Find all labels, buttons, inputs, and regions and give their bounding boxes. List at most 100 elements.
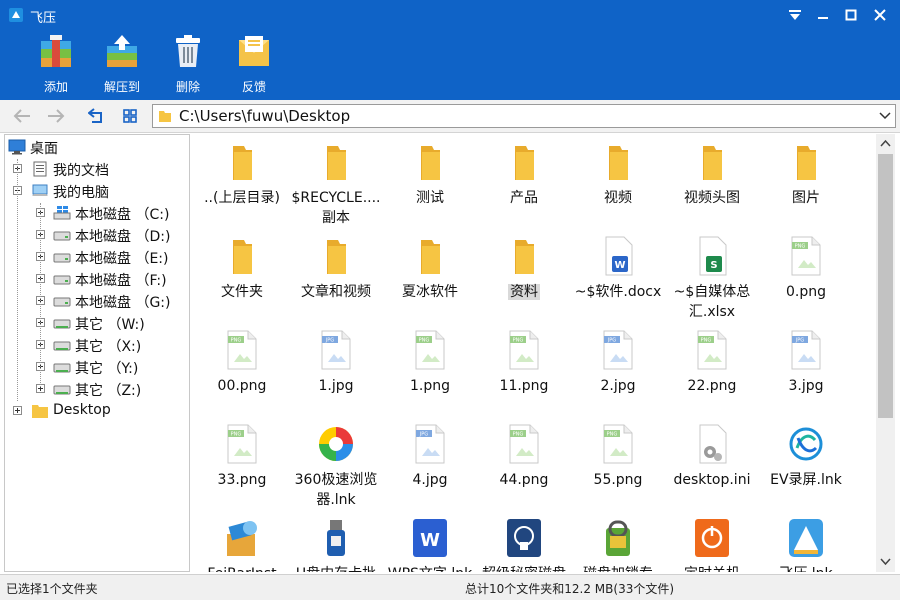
- file-item[interactable]: U盘内存卡批: [289, 514, 383, 572]
- file-item[interactable]: JPG 2.jpg: [571, 326, 665, 420]
- tree-item-drive[interactable]: 本地磁盘 （C:): [5, 203, 189, 223]
- folder-item[interactable]: 测试: [383, 138, 477, 232]
- png-file-icon: PNG: [412, 330, 448, 370]
- file-name-text: 图片: [792, 190, 820, 206]
- folder-item[interactable]: 产品: [477, 138, 571, 232]
- file-item[interactable]: PNG 22.png: [665, 326, 759, 420]
- file-name: ..(上层目录): [195, 188, 289, 208]
- address-bar[interactable]: C:\Users\fuwu\Desktop: [152, 104, 896, 128]
- tree-item-drive[interactable]: 其它 （Z:): [5, 379, 189, 399]
- tree-item-drive[interactable]: 其它 （X:): [5, 335, 189, 355]
- address-path: C:\Users\fuwu\Desktop: [179, 107, 351, 125]
- svg-text:S: S: [710, 260, 717, 271]
- forward-button[interactable]: [46, 106, 66, 126]
- folder-item[interactable]: 文章和视频: [289, 232, 383, 326]
- file-item[interactable]: 定时关机: [665, 514, 759, 572]
- view-mode-button[interactable]: [120, 106, 140, 126]
- file-item[interactable]: PNG 00.png: [195, 326, 289, 420]
- network-drive-icon: [53, 315, 71, 331]
- scroll-up-icon[interactable]: [880, 138, 891, 149]
- back-button[interactable]: [12, 106, 32, 126]
- file-item[interactable]: PNG 1.png: [383, 326, 477, 420]
- file-name: U盘内存卡批: [289, 564, 383, 572]
- delete-label: 删除: [175, 80, 200, 94]
- word-doc-icon: W: [600, 236, 636, 276]
- menu-dropdown-button[interactable]: [781, 0, 809, 30]
- folder-item[interactable]: 文件夹: [195, 232, 289, 326]
- file-item[interactable]: PNG 33.png: [195, 420, 289, 514]
- tree-label: Desktop: [53, 402, 111, 418]
- file-item[interactable]: 360极速浏览 器.lnk: [289, 420, 383, 514]
- svg-text:PNG: PNG: [701, 338, 712, 344]
- file-item[interactable]: EV录屏.lnk: [759, 420, 853, 514]
- folder-icon: [506, 142, 542, 182]
- file-item[interactable]: W WPS文字.lnk: [383, 514, 477, 572]
- close-button[interactable]: [866, 0, 894, 30]
- file-item[interactable]: JPG 4.jpg: [383, 420, 477, 514]
- file-item[interactable]: JPG 1.jpg: [289, 326, 383, 420]
- extract-button[interactable]: 解压到: [90, 32, 154, 96]
- title-bar: 飞压: [0, 0, 900, 30]
- file-item[interactable]: 磁盘加锁专: [571, 514, 665, 572]
- folder-item[interactable]: 夏冰软件: [383, 232, 477, 326]
- maximize-button[interactable]: [837, 0, 865, 30]
- tree-item-drive[interactable]: 本地磁盘 （E:): [5, 247, 189, 267]
- up-folder-button[interactable]: [86, 106, 106, 126]
- file-name-text: FeiRarInst: [207, 566, 276, 572]
- tree-item-drive[interactable]: 本地磁盘 （D:): [5, 225, 189, 245]
- file-item[interactable]: W ~$软件.docx: [571, 232, 665, 326]
- tree-item-drive[interactable]: 其它 （W:): [5, 313, 189, 333]
- file-item[interactable]: 飞压.lnk: [759, 514, 853, 572]
- folder-item[interactable]: $RECYCLE.... 副本: [289, 138, 383, 232]
- tree-label: 本地磁盘 （C:): [75, 207, 170, 223]
- feedback-button[interactable]: 反馈: [222, 32, 286, 96]
- file-item[interactable]: FeiRarInst: [195, 514, 289, 572]
- minimize-button[interactable]: [809, 0, 837, 30]
- file-name: 33.png: [195, 470, 289, 490]
- app-logo-icon: [9, 8, 23, 22]
- svg-text:PNG: PNG: [231, 338, 242, 344]
- ev-recorder-icon: [788, 424, 824, 464]
- file-name-text: 22.png: [687, 378, 737, 394]
- add-button[interactable]: 添加: [24, 32, 88, 96]
- tree-item-drive[interactable]: 其它 （Y:): [5, 357, 189, 377]
- folder-item[interactable]: 视频: [571, 138, 665, 232]
- tree-item-desktop-folder[interactable]: Desktop: [5, 401, 189, 421]
- folder-item[interactable]: ..(上层目录): [195, 138, 289, 232]
- scrollbar-thumb[interactable]: [878, 154, 893, 418]
- power-timer-icon: [694, 518, 730, 558]
- delete-button[interactable]: 删除: [156, 32, 220, 96]
- svg-text:JPG: JPG: [795, 338, 804, 344]
- vertical-scrollbar[interactable]: [876, 134, 895, 572]
- file-name: 1.png: [383, 376, 477, 396]
- folder-item[interactable]: 资料: [477, 232, 571, 326]
- file-name: 资料: [477, 282, 571, 302]
- file-name-text: 产品: [510, 190, 538, 206]
- svg-text:PNG: PNG: [419, 338, 430, 344]
- file-item[interactable]: desktop.ini: [665, 420, 759, 514]
- folder-item[interactable]: 图片: [759, 138, 853, 232]
- file-item[interactable]: 超级秘密磁盘: [477, 514, 571, 572]
- file-item[interactable]: PNG 44.png: [477, 420, 571, 514]
- file-item[interactable]: PNG 55.png: [571, 420, 665, 514]
- file-name-text: 资料: [508, 284, 540, 300]
- file-item[interactable]: PNG 0.png: [759, 232, 853, 326]
- expand-icon[interactable]: [13, 406, 22, 415]
- scroll-down-icon[interactable]: [880, 556, 891, 567]
- file-item[interactable]: PNG 11.png: [477, 326, 571, 420]
- tree-label: 本地磁盘 （G:): [75, 295, 171, 311]
- file-name-text: 2.jpg: [600, 378, 636, 394]
- file-item[interactable]: S ~$自媒体总 汇.xlsx: [665, 232, 759, 326]
- folder-icon: [694, 142, 730, 182]
- file-item[interactable]: JPG 3.jpg: [759, 326, 853, 420]
- tree-item-documents[interactable]: 我的文档: [5, 159, 189, 179]
- tree-item-drive[interactable]: 本地磁盘 （F:): [5, 269, 189, 289]
- menu-dropdown-icon: [789, 10, 801, 20]
- chevron-down-icon[interactable]: [878, 108, 892, 122]
- file-name: 磁盘加锁专: [571, 564, 665, 572]
- file-name-text: U盘内存卡批: [296, 566, 376, 572]
- tree-root-desktop[interactable]: 桌面: [5, 137, 189, 157]
- folder-item[interactable]: 视频头图: [665, 138, 759, 232]
- tree-item-drive[interactable]: 本地磁盘 （G:): [5, 291, 189, 311]
- tree-item-computer[interactable]: 我的电脑: [5, 181, 189, 201]
